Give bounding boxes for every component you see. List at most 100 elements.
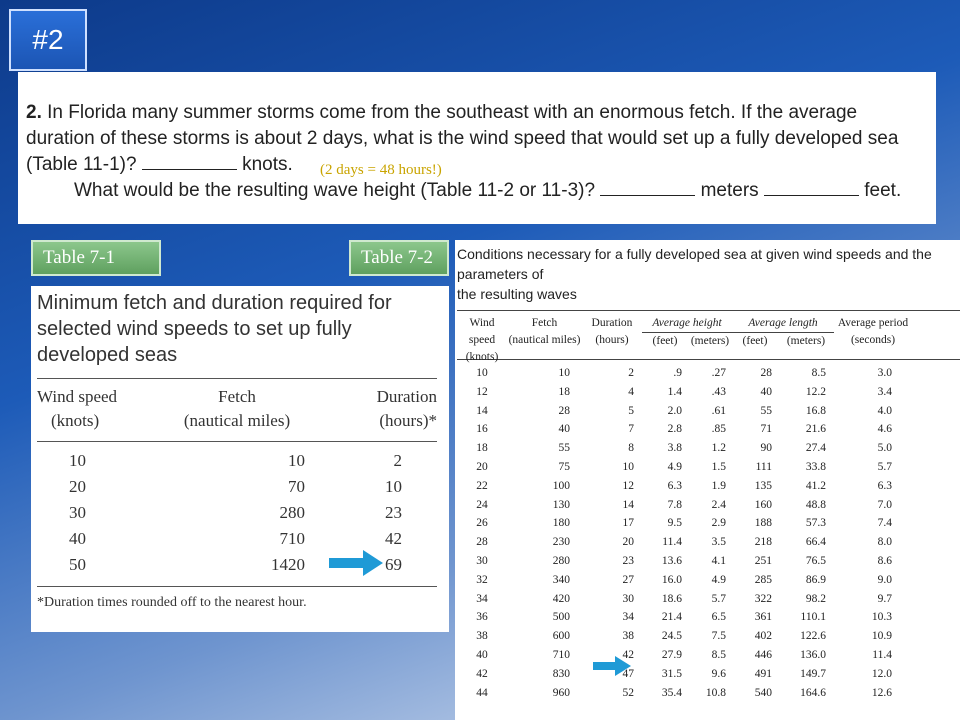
table-cell: 71 xyxy=(760,423,773,436)
table-cell: 32 xyxy=(476,573,488,586)
table-cell: 17 xyxy=(622,517,635,530)
table-cell: 6.3 xyxy=(877,479,892,492)
table-cell: 20 xyxy=(69,477,86,496)
table-cell: 16 xyxy=(476,423,488,436)
question-line-1: 2. In Florida many summer storms come fr… xyxy=(26,100,936,126)
table-cell: 280 xyxy=(279,503,306,522)
table-cell: 30 xyxy=(476,554,488,567)
table-cell: 3.5 xyxy=(711,536,726,549)
table-cell: 57.3 xyxy=(805,517,826,530)
table-cell: 340 xyxy=(552,573,570,586)
table-cell: 40 xyxy=(760,385,773,398)
meters-answer-blank xyxy=(600,180,696,196)
header-text: Duration xyxy=(591,317,633,329)
table-cell: 2.0 xyxy=(667,404,682,417)
table-row: 40 710 42 xyxy=(37,526,437,552)
question-line-4: What would be the resulting wave height … xyxy=(26,178,936,204)
question-number: 2. xyxy=(26,102,42,123)
table-cell: 10 xyxy=(558,367,571,379)
table-cell: 9.6 xyxy=(711,667,726,680)
table-cell: 710 xyxy=(552,648,570,661)
table-cell: 12.6 xyxy=(871,686,892,699)
table-cell: 135 xyxy=(754,479,772,492)
table-7-1-tab-label: Table 7-1 xyxy=(43,247,116,268)
divider xyxy=(37,378,437,379)
table-cell: 26 xyxy=(476,517,488,530)
table-7-2: Conditions necessary for a fully develop… xyxy=(455,240,960,720)
table-cell: 4.9 xyxy=(667,460,682,473)
table-cell: 160 xyxy=(754,498,772,511)
table-row: 32 340 27 16.0 4.9 285 86.9 9.0 xyxy=(457,571,960,590)
header-text: Fetch xyxy=(531,317,558,329)
table-cell: 55 xyxy=(760,404,773,417)
table-cell: 40 xyxy=(69,529,86,548)
table-row: 14 28 5 2.0 .61 55 16.8 4.0 xyxy=(457,402,960,421)
table-cell: 402 xyxy=(754,630,772,643)
table-cell: 90 xyxy=(760,442,773,455)
table-cell: 3.0 xyxy=(877,367,892,379)
table-cell: 1.5 xyxy=(711,460,726,473)
table-cell: 6.5 xyxy=(711,611,726,624)
header-text: (knots) xyxy=(51,411,100,430)
table-7-1-caption: Minimum fetch and duration required for … xyxy=(37,290,437,368)
header-subrow: (feet) (meters) xyxy=(642,333,732,350)
table-cell: 66.4 xyxy=(805,536,826,549)
table-cell: 600 xyxy=(552,630,570,643)
table-cell: 10.9 xyxy=(871,630,892,643)
table-cell: 52 xyxy=(622,686,635,699)
table-cell: 7.0 xyxy=(877,498,892,511)
header-text: Wind speed xyxy=(37,387,118,406)
table-cell: 4.1 xyxy=(711,554,726,567)
table-cell: 23 xyxy=(385,503,402,522)
table-cell: 75 xyxy=(558,460,571,473)
table-cell: 16.0 xyxy=(661,573,682,586)
header-wind-speed: Wind speed (knots) xyxy=(457,315,507,363)
table-cell: 4.6 xyxy=(877,423,892,436)
table-cell: 6.3 xyxy=(667,479,682,492)
table-cell: 28 xyxy=(476,536,488,549)
table-cell: 16.8 xyxy=(805,404,826,417)
table-cell: 164.6 xyxy=(800,686,826,699)
table-cell: 180 xyxy=(552,517,570,530)
table-cell: 122.6 xyxy=(800,630,826,643)
question-panel: 2. In Florida many summer storms come fr… xyxy=(18,72,936,224)
table-cell: 40 xyxy=(476,648,488,661)
table-cell: 1.2 xyxy=(711,442,726,455)
question-text-4c: feet. xyxy=(864,180,902,201)
table-cell: 7.8 xyxy=(667,498,682,511)
arrow-right-icon xyxy=(593,656,631,676)
header-text: (nautical miles) xyxy=(183,411,291,430)
table-cell: 20 xyxy=(476,460,488,473)
table-cell: 12.2 xyxy=(805,385,826,398)
table-cell: 218 xyxy=(754,536,772,549)
caption-line: Conditions necessary for a fully develop… xyxy=(457,246,932,282)
table-cell: 322 xyxy=(754,592,772,605)
table-row: 30 280 23 13.6 4.1 251 76.5 8.6 xyxy=(457,552,960,571)
table-cell: 3.4 xyxy=(877,385,892,398)
table-cell: 9.0 xyxy=(877,573,892,586)
table-row: 38 600 38 24.5 7.5 402 122.6 10.9 xyxy=(457,627,960,646)
slide-number-label: #2 xyxy=(32,24,64,55)
table-cell: 28 xyxy=(558,404,571,417)
header-text: Duration xyxy=(376,387,437,406)
caption-line: developed seas xyxy=(37,344,178,366)
table-cell: 41.2 xyxy=(805,479,826,492)
table-7-1-footnote: *Duration times rounded off to the neare… xyxy=(37,586,437,611)
table-row: 20 75 10 4.9 1.5 111 33.8 5.7 xyxy=(457,458,960,477)
table-cell: 285 xyxy=(754,573,772,586)
header-text: Wind speed xyxy=(468,317,496,346)
table-cell: 23 xyxy=(622,554,635,567)
table-cell: 2.9 xyxy=(711,517,726,530)
table-cell: .43 xyxy=(711,385,726,398)
table-cell: 110.1 xyxy=(800,611,826,624)
table-cell: 12.0 xyxy=(871,667,892,680)
table-7-2-tab-label: Table 7-2 xyxy=(361,247,434,268)
table-cell: 27.4 xyxy=(805,442,826,455)
table-cell: 18 xyxy=(476,442,488,455)
feet-answer-blank xyxy=(763,180,859,196)
table-row: 42 830 47 31.5 9.6 491 149.7 12.0 xyxy=(457,665,960,684)
table-cell: 420 xyxy=(552,592,570,605)
question-text-3a: (Table 11-1)? xyxy=(26,154,137,175)
table-cell: 10 xyxy=(385,477,402,496)
table-row: 20 70 10 xyxy=(37,474,437,500)
